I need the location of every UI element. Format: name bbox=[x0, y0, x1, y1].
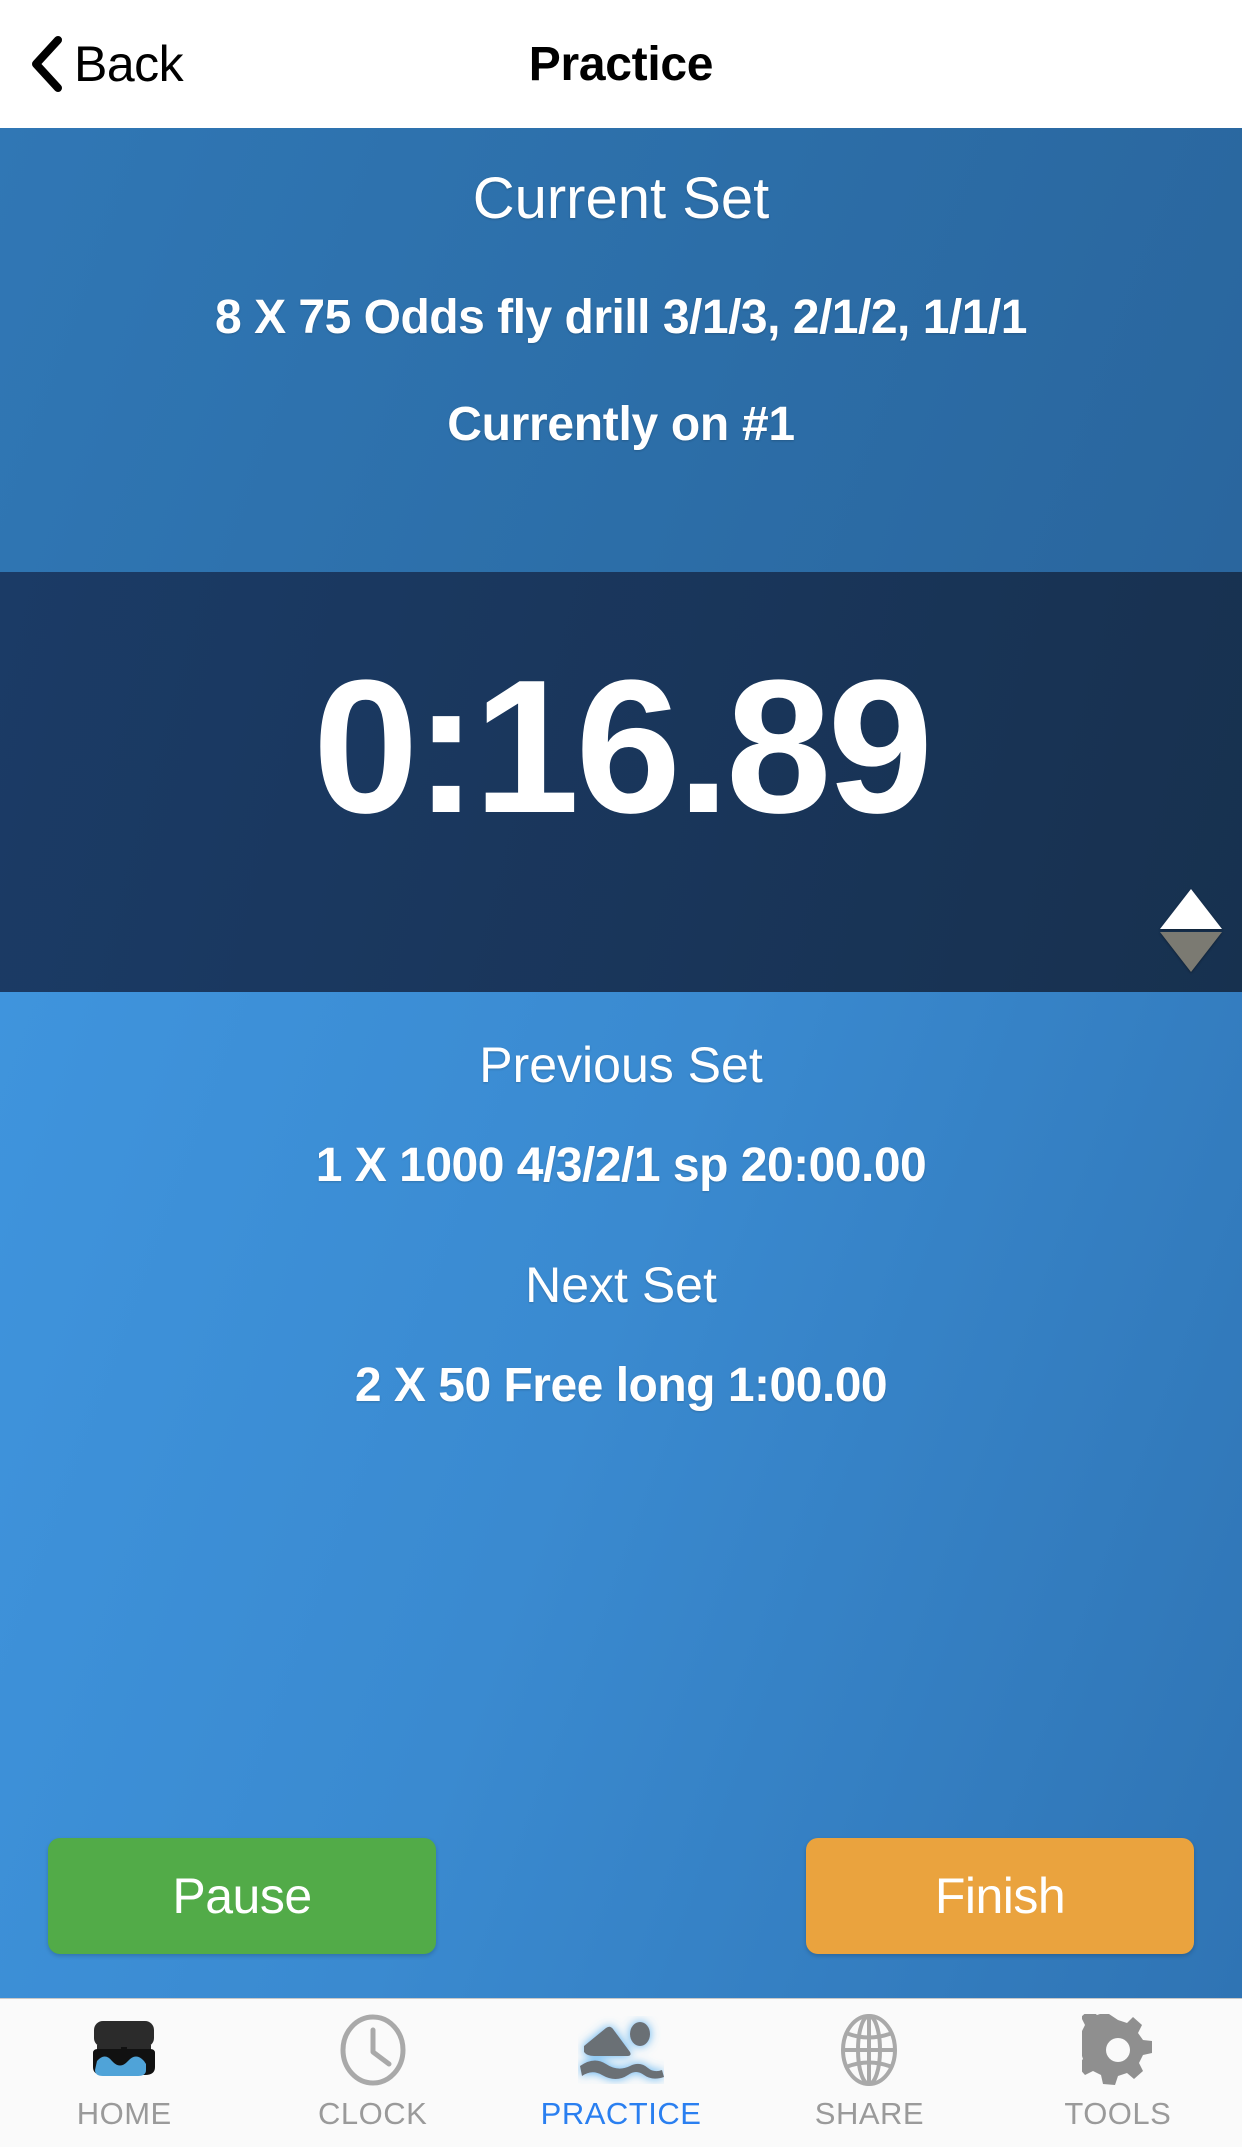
triangle-down-icon[interactable] bbox=[1160, 931, 1222, 972]
tab-clock-label: CLOCK bbox=[317, 2096, 428, 2131]
next-set-description: 2 X 50 Free long 1:00.00 bbox=[354, 1359, 888, 1412]
back-button-label: Back bbox=[74, 36, 184, 92]
tab-share[interactable]: SHARE bbox=[745, 1999, 993, 2147]
action-buttons: Pause Finish bbox=[0, 1838, 1242, 1954]
swimmer-icon bbox=[578, 2014, 665, 2086]
triangle-up-icon[interactable] bbox=[1160, 888, 1222, 929]
previous-set-title: Previous Set bbox=[479, 1037, 763, 1093]
tab-practice-label: PRACTICE bbox=[540, 2096, 702, 2131]
current-set-title: Current Set bbox=[472, 166, 770, 231]
timer-display: 0:16.89 bbox=[312, 641, 933, 853]
previous-set-description: 1 X 1000 4/3/2/1 sp 20:00.00 bbox=[315, 1139, 927, 1192]
lap-stepper[interactable] bbox=[1160, 882, 1222, 978]
tab-tools-label: TOOLS bbox=[1064, 2096, 1172, 2131]
tab-practice[interactable]: PRACTICE bbox=[497, 1999, 745, 2147]
goggles-icon bbox=[85, 2014, 163, 2086]
practice-screen: Back Practice Current Set 8 X 75 Odds fl… bbox=[0, 0, 1242, 2147]
next-set-title: Next Set bbox=[525, 1257, 717, 1313]
timer-panel[interactable]: 0:16.89 bbox=[0, 572, 1242, 992]
tab-home-label: HOME bbox=[76, 2096, 172, 2131]
gear-icon bbox=[1081, 2014, 1154, 2086]
tab-share-label: SHARE bbox=[814, 2096, 925, 2131]
finish-button[interactable]: Finish bbox=[806, 1838, 1194, 1954]
tab-bar: HOME CLOCK PRACTICE SHARE TOOLS bbox=[0, 1998, 1242, 2147]
sets-panel: Previous Set 1 X 1000 4/3/2/1 sp 20:00.0… bbox=[0, 992, 1242, 1998]
clock-icon bbox=[337, 2014, 409, 2086]
navigation-bar: Back Practice bbox=[0, 0, 1242, 128]
pause-button[interactable]: Pause bbox=[48, 1838, 436, 1954]
current-set-description: 8 X 75 Odds fly drill 3/1/3, 2/1/2, 1/1/… bbox=[215, 291, 1027, 344]
chevron-left-icon bbox=[32, 36, 62, 92]
globe-icon bbox=[838, 2014, 900, 2086]
tab-clock[interactable]: CLOCK bbox=[248, 1999, 496, 2147]
current-set-panel[interactable]: Current Set 8 X 75 Odds fly drill 3/1/3,… bbox=[0, 128, 1242, 572]
tab-home[interactable]: HOME bbox=[0, 1999, 248, 2147]
current-set-progress: Currently on #1 bbox=[447, 398, 795, 451]
back-button[interactable]: Back bbox=[30, 0, 184, 128]
tab-tools[interactable]: TOOLS bbox=[994, 1999, 1242, 2147]
page-title: Practice bbox=[528, 37, 714, 91]
